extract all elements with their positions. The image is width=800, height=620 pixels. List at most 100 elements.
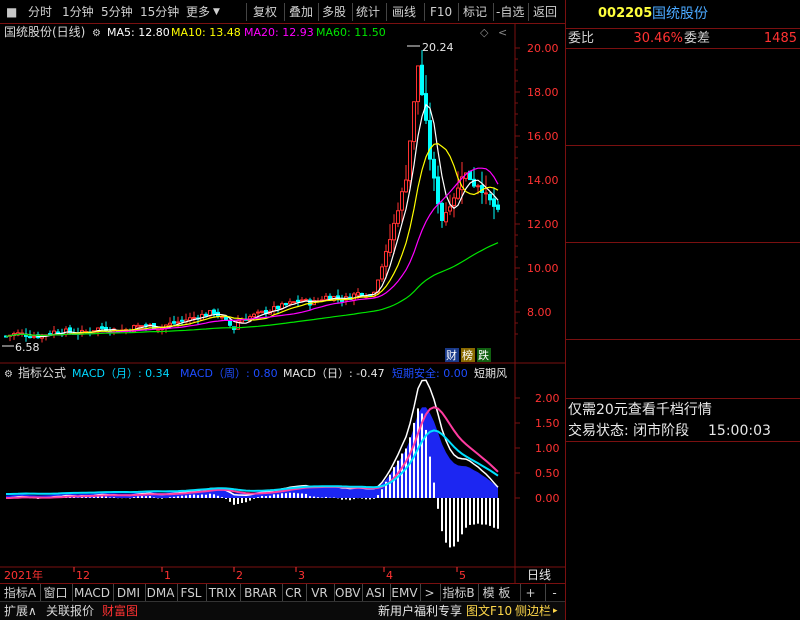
candle-body (224, 316, 228, 321)
badge-die[interactable]: 跌 (478, 348, 489, 362)
macd-tick-label: 0.50 (535, 467, 560, 480)
tick-row (566, 518, 800, 537)
toolbar-draw[interactable]: 画线 (392, 3, 416, 21)
price-tick-label: 12.00 (527, 218, 559, 231)
stat-row (566, 360, 800, 379)
weicha-label: 委差 (684, 31, 711, 46)
indicator-tab[interactable]: MACD (72, 584, 111, 602)
price-axis: 20.00 18.00 16.00 14.00 12.00 10.00 8.00 (515, 42, 559, 335)
toolbar-stats[interactable]: 统计 (356, 3, 380, 21)
indicator-tab[interactable]: > (420, 584, 438, 602)
f10-button[interactable]: 图文F10 (466, 602, 512, 620)
candle-body (296, 299, 300, 303)
weibi-label: 委比 (568, 31, 595, 46)
badge-bang[interactable]: 榜 (462, 348, 473, 362)
settings-icon[interactable]: ⚙ (92, 28, 101, 39)
toolbar-adjust[interactable]: 复权 (253, 3, 277, 21)
candle-body (144, 324, 148, 327)
bid-row[interactable] (566, 222, 800, 241)
bid-row[interactable] (566, 146, 800, 165)
stat-row (566, 300, 800, 319)
candle-body (416, 65, 420, 103)
ask-row[interactable] (566, 68, 800, 87)
toolbar-intraday[interactable]: 分时 (28, 3, 52, 21)
indicator-tab[interactable]: EMV (390, 584, 418, 602)
candle-body (288, 301, 292, 305)
candle-body (356, 292, 360, 296)
candle-body (32, 335, 36, 338)
month-label: 3 (298, 569, 305, 582)
indicator-tab[interactable]: 指标B (440, 584, 476, 602)
toolbar-multi[interactable]: 多股 (322, 3, 346, 21)
expand-button[interactable]: 扩展∧ (4, 602, 37, 620)
toolbar-f10[interactable]: F10 (430, 3, 452, 21)
price-tick-label: 14.00 (527, 174, 559, 187)
indicator-tab[interactable]: TRIX (206, 584, 238, 602)
wealth-chart-button[interactable]: 财富图 (102, 602, 138, 620)
indicator-tab[interactable]: 指标A (2, 584, 38, 602)
tick-row (566, 499, 800, 518)
diamond-icon[interactable]: ◇ (480, 26, 489, 39)
macd-histogram (5, 379, 499, 548)
kline-chart[interactable]: 国统股份(日线) ⚙ MA5: 12.80 MA10: 13.48 MA20: … (0, 24, 565, 583)
ma-lines (5, 103, 499, 338)
badge-cai[interactable]: 财 (446, 348, 457, 362)
chevron-down-icon[interactable]: ▼ (213, 3, 220, 21)
tick-row (566, 480, 800, 499)
bid-row[interactable] (566, 165, 800, 184)
chevron-left-icon[interactable]: < (498, 26, 507, 39)
stat-row (566, 341, 800, 360)
indicator-settings-icon[interactable]: ⚙ (4, 369, 13, 380)
weicha-value: 1485 (763, 31, 797, 46)
indicator-tab[interactable]: ASI (362, 584, 388, 602)
indicator-tab[interactable]: VR (306, 584, 332, 602)
toolbar-more[interactable]: 更多 (186, 3, 210, 21)
toolbar-overlay[interactable]: 叠加 (289, 3, 313, 21)
indicator-tab[interactable]: BRAR (240, 584, 280, 602)
toolbar-15min[interactable]: 15分钟 (140, 3, 179, 21)
date-axis: 12 1 2 3 4 5 (73, 567, 466, 582)
candle-body (28, 336, 32, 339)
indicator-tab[interactable]: DMI (113, 584, 143, 602)
indicator-tab[interactable]: CR (282, 584, 304, 602)
candle-body (448, 206, 452, 212)
indicator-tab[interactable]: 窗口 (40, 584, 70, 602)
indicator-tab[interactable]: + (520, 584, 540, 602)
candle-body (492, 198, 496, 207)
related-quote-button[interactable]: 关联报价 (46, 602, 94, 620)
indicator-tab[interactable]: DMA (145, 584, 175, 602)
ask-row[interactable] (566, 87, 800, 106)
candle-body (476, 185, 480, 188)
macd-tick-label: 2.00 (535, 392, 560, 405)
toolbar-watchlist[interactable]: -自选 (496, 3, 524, 21)
bid-row[interactable] (566, 184, 800, 203)
indicator-tab[interactable]: FSL (177, 584, 204, 602)
ask-row[interactable] (566, 125, 800, 144)
toolbar-back[interactable]: 返回 (533, 3, 557, 21)
ma10-label: MA10: 13.48 (171, 26, 241, 39)
stat-row (566, 281, 800, 300)
chevron-right-icon[interactable]: ▸ (553, 602, 558, 620)
indicator-tab[interactable]: 模 板 (478, 584, 514, 602)
indicator-tab[interactable]: OBV (334, 584, 361, 602)
toolbar-menu-icon[interactable]: ■ (6, 3, 17, 21)
candle-body (172, 321, 176, 324)
chart-title: 国统股份(日线) (4, 25, 85, 39)
sidebar-button[interactable]: 侧边栏 (515, 602, 551, 620)
ask-row[interactable] (566, 106, 800, 125)
level2-promo[interactable]: 仅需20元查看千档行情 (568, 400, 712, 420)
candle-body (324, 295, 328, 300)
candle-body (444, 212, 448, 223)
indicator-tab[interactable]: - (545, 584, 563, 602)
toolbar-mark[interactable]: 标记 (463, 3, 487, 21)
ask-row[interactable] (566, 49, 800, 68)
indicator-formula-label: 指标公式 (18, 365, 66, 380)
promo-link[interactable]: 新用户福利专享 (378, 602, 462, 620)
toolbar-5min[interactable]: 5分钟 (101, 3, 133, 21)
bid-row[interactable] (566, 203, 800, 222)
toolbar-1min[interactable]: 1分钟 (62, 3, 94, 21)
macd-month-label: MACD（月）: 0.34 (72, 367, 170, 380)
price-tick-label: 10.00 (527, 262, 559, 275)
tick-row (566, 575, 800, 594)
ma5-line (5, 103, 499, 338)
